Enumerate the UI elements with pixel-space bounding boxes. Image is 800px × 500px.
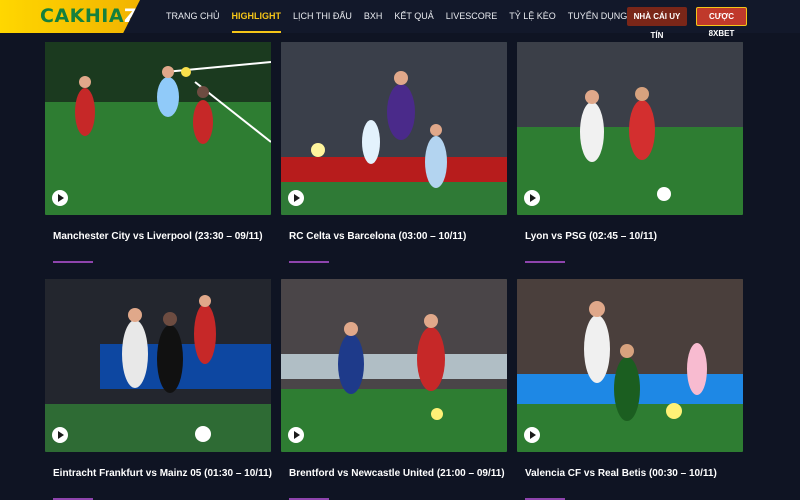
nav-highlight[interactable]: HIGHLIGHT xyxy=(231,0,281,33)
nav-ty-le-keo[interactable]: TỶ LỆ KÈO xyxy=(509,0,556,33)
nav-ket-qua[interactable]: KẾT QUẢ xyxy=(394,0,433,33)
video-title[interactable]: Eintracht Frankfurt vs Mainz 05 (01:30 –… xyxy=(53,468,273,479)
video-thumbnail[interactable] xyxy=(517,42,743,215)
title-underline xyxy=(525,261,565,263)
trusted-bookmaker-button[interactable]: NHÀ CÁI UY TÍN xyxy=(627,7,687,40)
play-icon[interactable] xyxy=(52,427,68,443)
nav-livescore[interactable]: LIVESCORE xyxy=(446,0,498,33)
play-icon[interactable] xyxy=(524,427,540,443)
title-underline xyxy=(53,261,93,263)
nav-lich-thi-dau[interactable]: LỊCH THI ĐẤU xyxy=(293,0,352,33)
video-thumbnail[interactable] xyxy=(45,279,271,452)
video-thumbnail[interactable] xyxy=(45,42,271,215)
site-logo[interactable]: CAKHIAZ xyxy=(0,0,140,33)
play-icon[interactable] xyxy=(288,427,304,443)
play-icon[interactable] xyxy=(524,190,540,206)
video-thumbnail[interactable] xyxy=(281,279,507,452)
bet-button[interactable]: CƯỢC 8XBET xyxy=(696,7,747,38)
play-icon[interactable] xyxy=(52,190,68,206)
top-navigation-bar: CAKHIAZ TRANG CHỦ HIGHLIGHT LỊCH THI ĐẤU… xyxy=(0,0,800,40)
video-thumbnail[interactable] xyxy=(281,42,507,215)
video-title[interactable]: Lyon vs PSG (02:45 – 10/11) xyxy=(525,231,745,242)
video-title[interactable]: RC Celta vs Barcelona (03:00 – 10/11) xyxy=(289,231,509,242)
video-thumbnail[interactable] xyxy=(517,279,743,452)
title-underline xyxy=(289,261,329,263)
nav-trang-chu[interactable]: TRANG CHỦ xyxy=(166,0,220,33)
logo-text: CAKHIAZ xyxy=(40,5,139,27)
video-title[interactable]: Brentford vs Newcastle United (21:00 – 0… xyxy=(289,468,509,479)
video-title[interactable]: Valencia CF vs Real Betis (00:30 – 10/11… xyxy=(525,468,745,479)
nav-bxh[interactable]: BXH xyxy=(364,0,383,33)
main-nav: TRANG CHỦ HIGHLIGHT LỊCH THI ĐẤU BXH KẾT… xyxy=(166,0,639,33)
video-title[interactable]: Manchester City vs Liverpool (23:30 – 09… xyxy=(53,231,273,242)
nav-tuyen-dung[interactable]: TUYỂN DỤNG xyxy=(568,0,628,33)
play-icon[interactable] xyxy=(288,190,304,206)
